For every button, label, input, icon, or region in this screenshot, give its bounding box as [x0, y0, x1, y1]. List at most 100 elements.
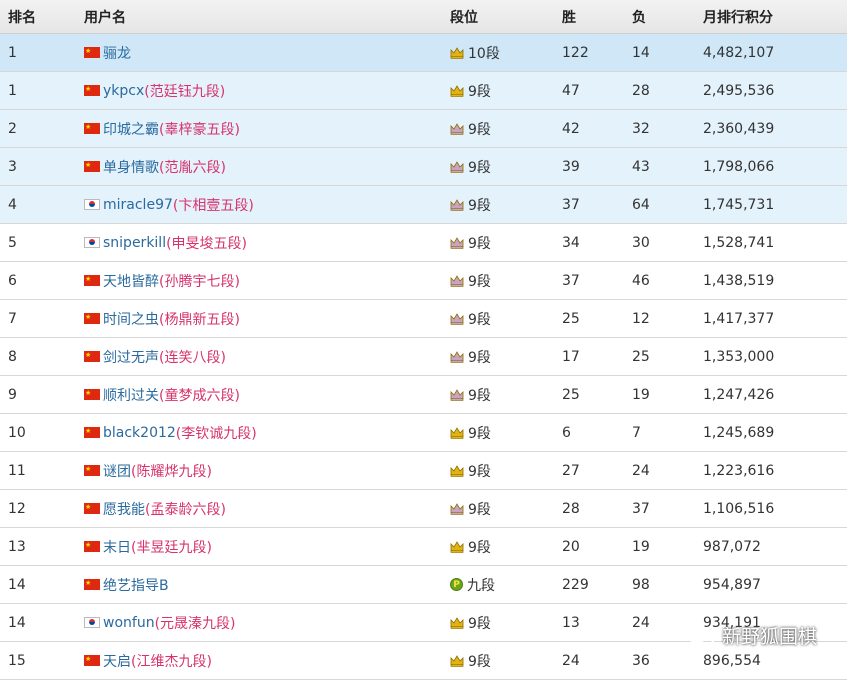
table-row[interactable]: 1 ykpcx(范廷钰九段) 9段 47 28 2,495,536 — [0, 72, 847, 110]
wins-cell: 6 — [562, 424, 571, 441]
table-row[interactable]: 3 单身情歌(范胤六段) 9段 39 43 1,798,066 — [0, 148, 847, 186]
level-cell: P 九段 — [450, 575, 495, 595]
header-level[interactable]: 段位 — [450, 7, 478, 27]
header-score[interactable]: 月排行积分 — [703, 7, 773, 27]
username-cell: 天地皆醉(孙腾宇七段) — [84, 271, 240, 291]
level-cell: 9段 — [450, 499, 491, 519]
player-alias: (孟泰龄六段) — [145, 501, 226, 518]
level-cell: 9段 — [450, 195, 491, 215]
score-cell: 1,247,426 — [703, 386, 775, 403]
username-link[interactable]: ykpcx — [103, 83, 144, 99]
wins-cell: 25 — [562, 386, 580, 403]
korea-flag-icon — [84, 237, 100, 248]
gold-crown-icon — [450, 46, 464, 59]
username-link[interactable]: 末日 — [103, 537, 131, 557]
username-link[interactable]: wonfun — [103, 615, 155, 631]
korea-flag-icon — [84, 199, 100, 210]
wins-cell: 122 — [562, 44, 589, 61]
china-flag-icon — [84, 465, 100, 476]
player-alias: (芈昱廷九段) — [131, 539, 212, 556]
level-text: 9段 — [468, 501, 491, 518]
silver-crown-icon — [450, 198, 464, 211]
rank-cell: 6 — [8, 272, 17, 289]
username-cell: 骊龙 — [84, 43, 131, 63]
username-cell: 谜团(陈耀烨九段) — [84, 461, 212, 481]
wechat-icon — [685, 624, 716, 647]
level-text: 9段 — [468, 425, 491, 442]
level-cell: 9段 — [450, 81, 491, 101]
username-link[interactable]: black2012 — [103, 425, 176, 441]
table-row[interactable]: 5 sniperkill (申旻埈五段) 9段 34 30 1,528,741 — [0, 224, 847, 262]
username-link[interactable]: 天启 — [103, 651, 131, 671]
gold-crown-icon — [450, 540, 464, 553]
username-link[interactable]: 剑过无声 — [103, 347, 159, 367]
losses-cell: 64 — [632, 196, 650, 213]
username-link[interactable]: 骊龙 — [103, 43, 131, 63]
header-username[interactable]: 用户名 — [84, 7, 126, 27]
level-cell: 9段 — [450, 347, 491, 367]
level-text: 九段 — [467, 577, 495, 594]
losses-cell: 14 — [632, 44, 650, 61]
table-row[interactable]: 11 谜团(陈耀烨九段) 9段 27 24 1,223,616 — [0, 452, 847, 490]
table-row[interactable]: 6 天地皆醉(孙腾宇七段) 9段 37 46 1,438,519 — [0, 262, 847, 300]
score-cell: 1,528,741 — [703, 234, 775, 251]
table-row[interactable]: 10 black2012(李钦诚九段) 9段 6 7 1,245,689 — [0, 414, 847, 452]
wins-cell: 37 — [562, 196, 580, 213]
username-cell: 末日(芈昱廷九段) — [84, 537, 212, 557]
username-cell: black2012(李钦诚九段) — [84, 423, 257, 443]
username-link[interactable]: 天地皆醉 — [103, 271, 159, 291]
table-row[interactable]: 13 末日(芈昱廷九段) 9段 20 19 987,072 — [0, 528, 847, 566]
table-row[interactable]: 1 骊龙 10段 122 14 4,482,107 — [0, 34, 847, 72]
watermark: 新野狐围棋 — [685, 622, 817, 649]
table-row[interactable]: 14 绝艺指导B P 九段 229 98 954,897 — [0, 566, 847, 604]
level-cell: 9段 — [450, 537, 491, 557]
watermark-text: 新野狐围棋 — [721, 626, 817, 648]
username-cell: wonfun (元晟溱九段) — [84, 613, 236, 633]
username-cell: 单身情歌(范胤六段) — [84, 157, 226, 177]
username-link[interactable]: 谜团 — [103, 461, 131, 481]
username-cell: sniperkill (申旻埈五段) — [84, 233, 247, 253]
wins-cell: 39 — [562, 158, 580, 175]
level-cell: 9段 — [450, 233, 491, 253]
username-cell: 顺利过关(童梦成六段) — [84, 385, 240, 405]
rank-cell: 12 — [8, 500, 26, 517]
table-row[interactable]: 7 时间之虫(杨鼎新五段) 9段 25 12 1,417,377 — [0, 300, 847, 338]
username-link[interactable]: 印城之霸 — [103, 119, 159, 139]
player-alias: (范廷钰九段) — [144, 83, 226, 100]
header-rank[interactable]: 排名 — [8, 7, 36, 27]
username-link[interactable]: 单身情歌 — [103, 157, 159, 177]
rank-cell: 9 — [8, 386, 17, 403]
header-wins[interactable]: 胜 — [562, 7, 576, 27]
table-row[interactable]: 4 miracle97 (卞相壹五段) 9段 37 64 1,745,731 — [0, 186, 847, 224]
username-cell: 剑过无声(连笑八段) — [84, 347, 226, 367]
china-flag-icon — [84, 389, 100, 400]
table-row[interactable]: 8 剑过无声(连笑八段) 9段 17 25 1,353,000 — [0, 338, 847, 376]
wins-cell: 13 — [562, 614, 580, 631]
score-cell: 4,482,107 — [703, 44, 775, 61]
table-row[interactable]: 12 愿我能(孟泰龄六段) 9段 28 37 1,106,516 — [0, 490, 847, 528]
silver-crown-icon — [450, 312, 464, 325]
table-row[interactable]: 9 顺利过关(童梦成六段) 9段 25 19 1,247,426 — [0, 376, 847, 414]
player-alias: (元晟溱九段) — [154, 615, 236, 632]
score-cell: 1,245,689 — [703, 424, 775, 441]
username-link[interactable]: 时间之虫 — [103, 309, 159, 329]
losses-cell: 43 — [632, 158, 650, 175]
level-text: 9段 — [468, 83, 491, 100]
username-link[interactable]: sniperkill — [103, 235, 166, 251]
level-cell: 9段 — [450, 309, 491, 329]
losses-cell: 7 — [632, 424, 641, 441]
gold-crown-icon — [450, 84, 464, 97]
username-link[interactable]: 顺利过关 — [103, 385, 159, 405]
table-row[interactable]: 2 印城之霸(辜梓豪五段) 9段 42 32 2,360,439 — [0, 110, 847, 148]
username-cell: ykpcx(范廷钰九段) — [84, 81, 225, 101]
player-alias: (孙腾宇七段) — [159, 273, 240, 290]
username-link[interactable]: miracle97 — [103, 197, 173, 213]
wins-cell: 24 — [562, 652, 580, 669]
username-link[interactable]: 绝艺指导B — [103, 575, 169, 595]
username-link[interactable]: 愿我能 — [103, 499, 145, 519]
level-cell: 9段 — [450, 271, 491, 291]
level-text: 9段 — [468, 653, 491, 670]
rank-cell: 1 — [8, 44, 17, 61]
header-losses[interactable]: 负 — [632, 7, 646, 27]
gold-crown-icon — [450, 426, 464, 439]
